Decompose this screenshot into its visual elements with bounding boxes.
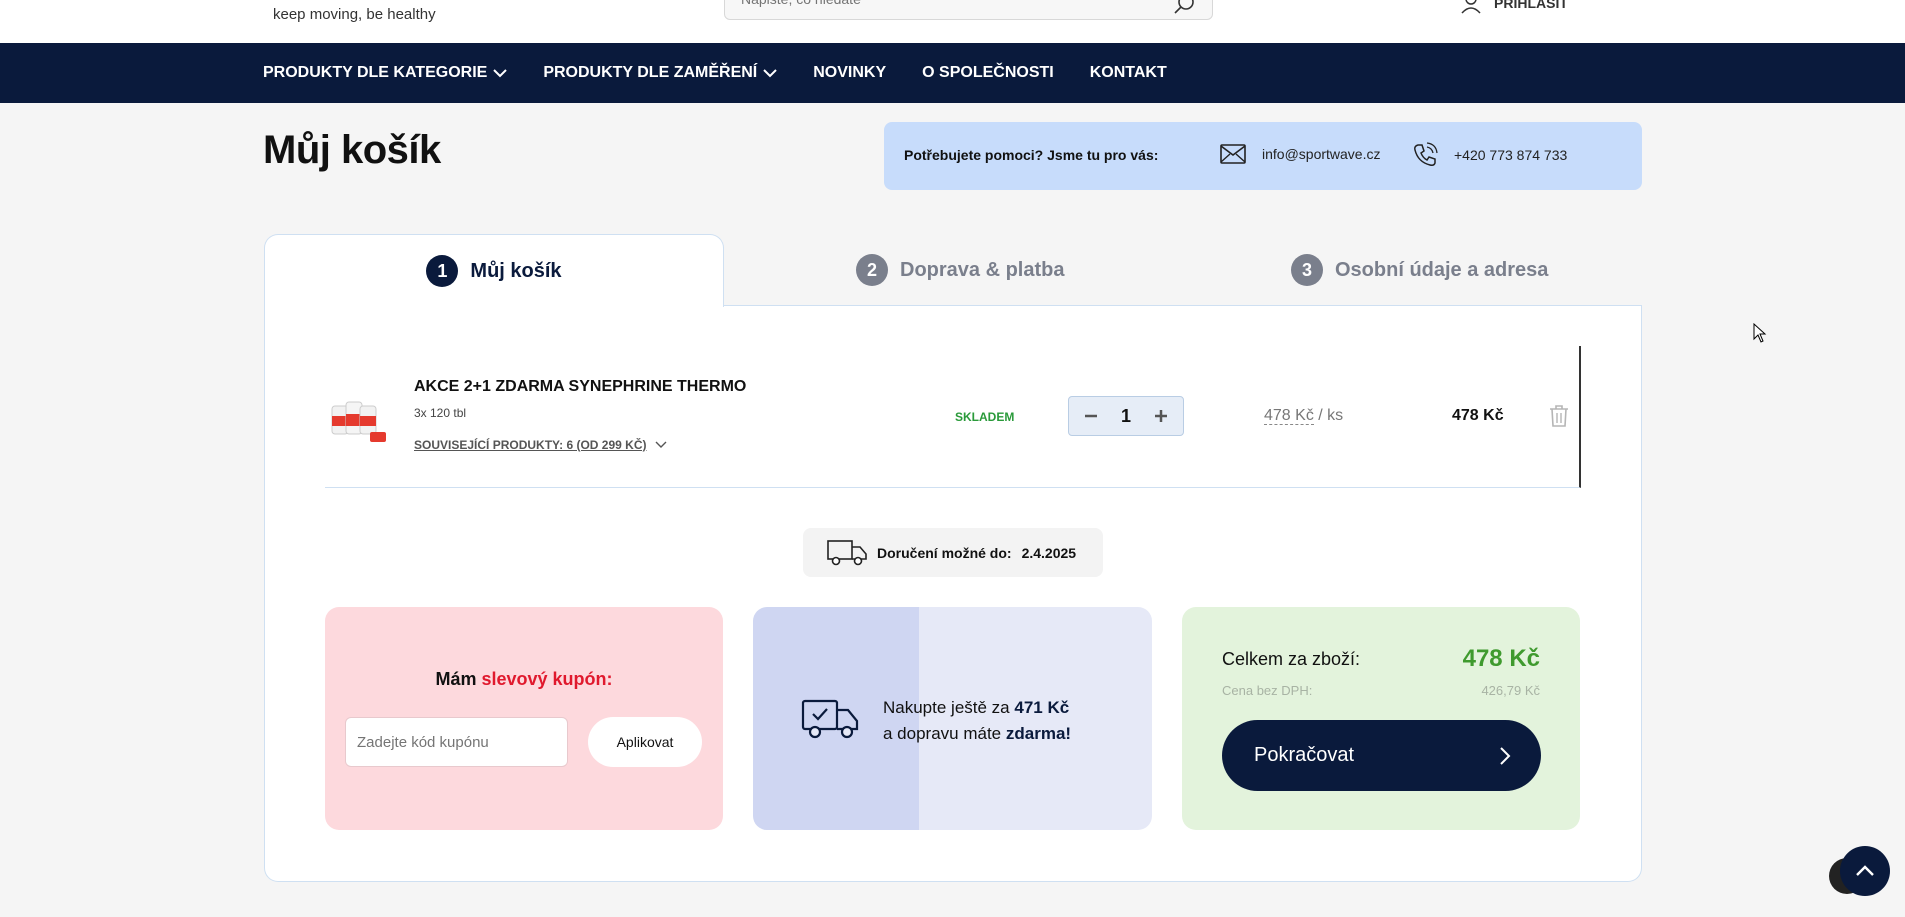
nav-item-contact[interactable]: KONTAKT [1090, 64, 1167, 82]
nav-item-categories[interactable]: PRODUKTY DLE KATEGORIE [263, 64, 508, 82]
mail-icon [1220, 144, 1246, 164]
item-total-price: 478 Kč [1452, 407, 1504, 424]
help-phone-link[interactable]: +420 773 874 733 [1412, 142, 1567, 168]
free-shipping-text: Nakupte ještě za 471 Kč a dopravu máte z… [883, 695, 1071, 747]
trash-icon[interactable] [1547, 404, 1571, 428]
unit-price-suffix: / ks [1318, 407, 1344, 424]
related-products-label: SOUVISEJÍCÍ PRODUKTY: 6 (OD 299 KČ) [414, 438, 647, 452]
help-email: info@sportwave.cz [1262, 146, 1381, 162]
stock-status: SKLADEM [955, 410, 1015, 424]
search-box[interactable] [724, 0, 1213, 20]
login-link[interactable]: PŘIHLÁSIT [1460, 0, 1568, 14]
delivery-truck-check-icon [801, 699, 859, 739]
chevron-down-icon [655, 441, 666, 448]
total-value: 478 Kč [1462, 645, 1540, 672]
apply-coupon-button[interactable]: Aplikovat [588, 717, 702, 767]
chevron-down-icon [493, 69, 508, 78]
cart-item-row: AKCE 2+1 ZDARMA SYNEPHRINE THERMO 3x 120… [325, 346, 1581, 488]
chevron-down-icon [763, 69, 777, 78]
help-phone: +420 773 874 733 [1454, 147, 1568, 163]
nav-item-about[interactable]: O SPOLEČNOSTI [922, 64, 1054, 82]
product-variant: 3x 120 tbl [414, 406, 467, 420]
coupon-title-prefix: Mám [435, 669, 477, 689]
step-label: Můj košík [470, 259, 562, 282]
step-number: 2 [856, 254, 888, 286]
help-text: Potřebujete pomoci? Jsme tu pro vás: [904, 147, 1159, 163]
decrease-quantity-button[interactable] [1079, 404, 1103, 428]
net-price-label: Cena bez DPH: [1222, 683, 1313, 698]
page-title: Můj košík [263, 128, 441, 172]
site-tagline: keep moving, be healthy [273, 6, 436, 23]
login-label: PŘIHLÁSIT [1494, 0, 1568, 11]
product-name[interactable]: AKCE 2+1 ZDARMA SYNEPHRINE THERMO [414, 378, 746, 396]
free-shipping-highlight: zdarma! [1005, 724, 1072, 743]
help-email-link[interactable]: info@sportwave.cz [1220, 144, 1380, 164]
plus-icon [1154, 410, 1167, 422]
coupon-code-input[interactable] [345, 717, 568, 767]
nav-item-label: KONTAKT [1089, 64, 1167, 81]
step-cart[interactable]: 1 Můj košík [264, 234, 724, 307]
chevron-up-icon [1856, 865, 1874, 876]
nav-item-label: PRODUKTY DLE ZAMĚŘENÍ [543, 64, 758, 81]
nav-item-label: NOVINKY [813, 64, 887, 81]
step-personal-address[interactable]: 3 Osobní údaje a adresa [1291, 234, 1548, 306]
nav-item-label: PRODUKTY DLE KATEGORIE [263, 64, 488, 81]
total-label: Celkem za zboží: [1222, 649, 1361, 669]
step-label: Osobní údaje a adresa [1335, 258, 1549, 281]
order-summary-box: Celkem za zboží: 478 Kč Cena bez DPH: 42… [1182, 607, 1580, 830]
quantity-stepper[interactable]: 1 [1068, 396, 1184, 436]
free-shipping-box: Nakupte ještě za 471 Kč a dopravu máte z… [753, 607, 1152, 830]
step-label: Doprava & platba [900, 258, 1065, 281]
coupon-box: Mám slevový kupón: Aplikovat [325, 607, 723, 830]
chevron-right-icon [1500, 746, 1511, 765]
increase-quantity-button[interactable] [1149, 404, 1173, 428]
coupon-title: Mám slevový kupón: [325, 669, 723, 690]
quantity-value[interactable]: 1 [1121, 406, 1131, 427]
main-nav: PRODUKTY DLE KATEGORIE PRODUKTY DLE ZAMĚ… [0, 43, 1905, 103]
nav-list: PRODUKTY DLE KATEGORIE PRODUKTY DLE ZAMĚ… [263, 43, 1203, 103]
free-shipping-line1-prefix: Nakupte ještě za [883, 698, 1010, 717]
search-icon[interactable] [1172, 0, 1198, 17]
scroll-to-top-button[interactable] [1840, 846, 1890, 896]
continue-label: Pokračovat [1254, 744, 1355, 766]
free-shipping-line2-prefix: a dopravu máte [883, 724, 1002, 743]
checkout-steps: 1 Můj košík 2 Doprava & platba 3 Osobní … [264, 234, 1642, 307]
mouse-cursor-icon [1753, 323, 1767, 343]
delivery-label: Doručení možné do: [877, 544, 1012, 561]
nav-item-label: O SPOLEČNOSTI [922, 64, 1054, 81]
delivery-date: 2.4.2025 [1021, 544, 1077, 561]
top-header: keep moving, be healthy PŘIHLÁSIT [0, 0, 1905, 43]
phone-icon [1414, 142, 1438, 166]
unit-price: 478 Kč / ks [1264, 407, 1343, 425]
unit-price-value: 478 Kč [1264, 407, 1314, 425]
continue-button[interactable]: Pokračovat [1222, 720, 1541, 791]
net-price-value: 426,79 Kč [1481, 683, 1540, 698]
user-icon [1461, 0, 1481, 14]
help-box: Potřebujete pomoci? Jsme tu pro vás: inf… [884, 122, 1642, 190]
minus-icon [1085, 414, 1097, 418]
free-shipping-amount: 471 Kč [1014, 698, 1070, 717]
delivery-estimate: Doručení možné do: 2.4.2025 [803, 528, 1103, 577]
nav-item-focus[interactable]: PRODUKTY DLE ZAMĚŘENÍ [543, 64, 777, 82]
step-shipping-payment[interactable]: 2 Doprava & platba [856, 234, 1064, 306]
nav-item-news[interactable]: NOVINKY [813, 64, 886, 82]
search-input[interactable] [725, 0, 1145, 17]
product-image[interactable] [330, 396, 386, 444]
coupon-title-highlight: slevový kupón: [481, 669, 613, 689]
step-number: 3 [1291, 254, 1323, 286]
step-number: 1 [426, 255, 459, 287]
delivery-truck-icon [827, 539, 867, 565]
related-products-toggle[interactable]: SOUVISEJÍCÍ PRODUKTY: 6 (OD 299 KČ) [414, 438, 667, 452]
